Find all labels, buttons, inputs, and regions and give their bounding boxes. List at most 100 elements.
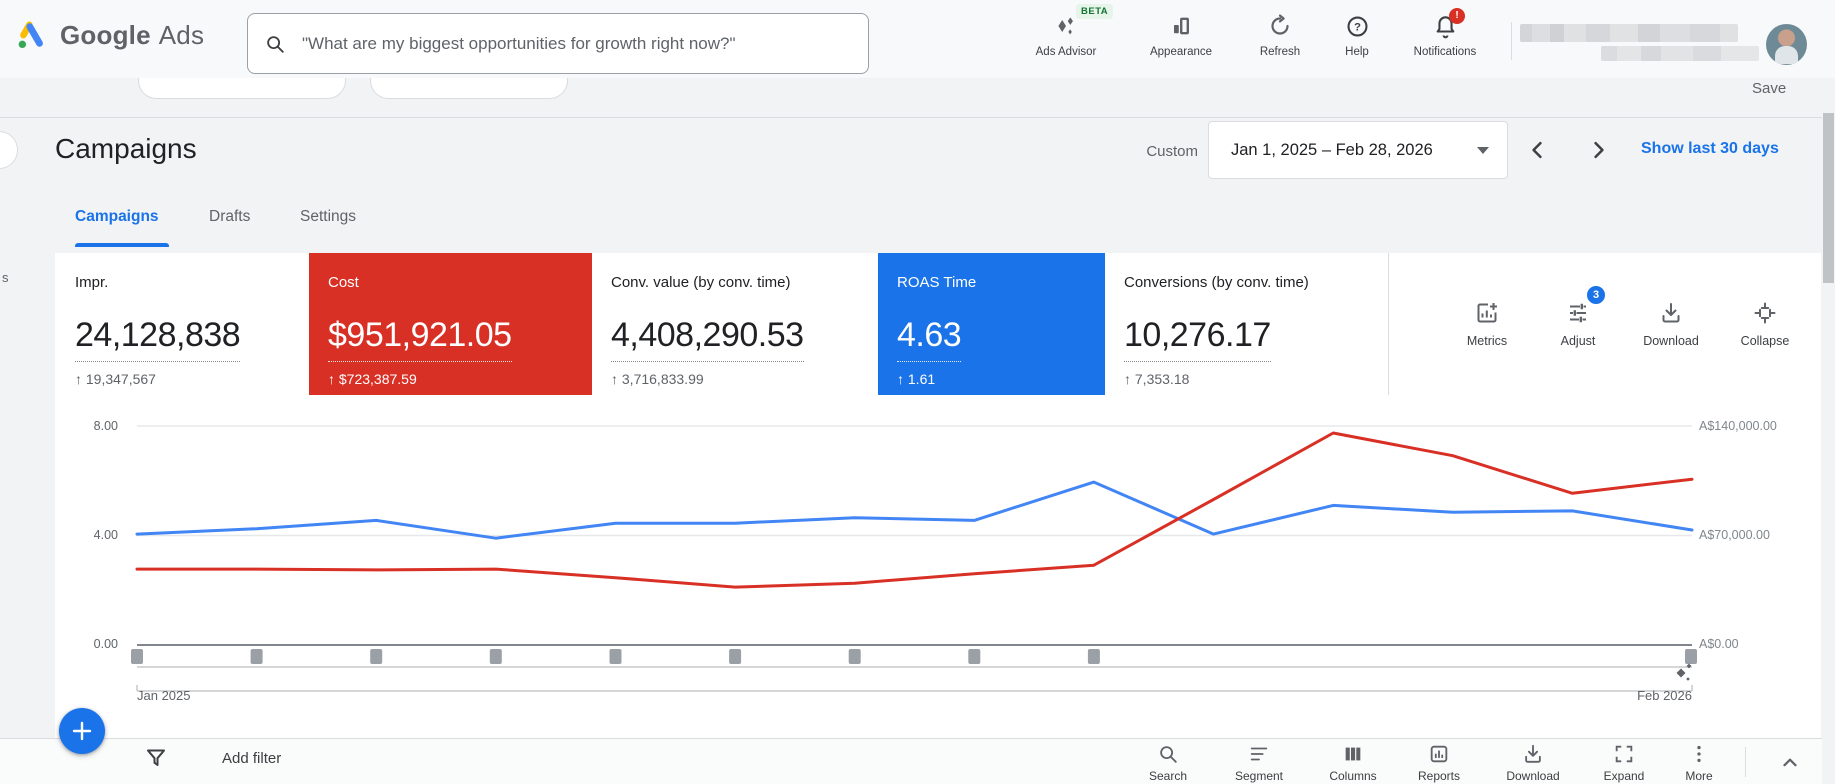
- date-range-selector[interactable]: Jan 1, 2025 – Feb 28, 2026: [1208, 121, 1508, 179]
- help-label: Help: [1309, 46, 1405, 58]
- toolbar-divider: [0, 738, 1835, 739]
- scorecard-label: Conv. value (by conv. time): [611, 274, 878, 291]
- date-prev-button[interactable]: [1521, 134, 1553, 166]
- ads-advisor-label: Ads Advisor: [1018, 46, 1114, 58]
- download-chart-button[interactable]: Download: [1627, 300, 1715, 348]
- expand-button[interactable]: Expand: [1584, 742, 1664, 783]
- x-axis-label-start: Jan 2025: [137, 688, 191, 703]
- add-filter-button[interactable]: Add filter: [222, 750, 281, 767]
- chevron-left-icon: [1529, 140, 1545, 160]
- add-campaign-fab[interactable]: [59, 708, 105, 754]
- tab-drafts[interactable]: Drafts: [209, 208, 250, 226]
- download-chart-label: Download: [1627, 334, 1715, 348]
- date-next-button[interactable]: [1583, 134, 1615, 166]
- table-search-button[interactable]: Search: [1128, 742, 1208, 783]
- scorecard-impressions[interactable]: Impr. 24,128,838 ↑ 19,347,567: [56, 253, 309, 395]
- notifications-button[interactable]: ! Notifications: [1397, 12, 1493, 58]
- expand-label: Expand: [1584, 769, 1664, 783]
- tab-settings[interactable]: Settings: [300, 208, 356, 226]
- series-line-cost[interactable]: [137, 433, 1692, 587]
- reports-button[interactable]: Reports: [1399, 742, 1479, 783]
- help-icon: ?: [1345, 14, 1370, 39]
- adjust-button[interactable]: 3 Adjust: [1534, 300, 1622, 348]
- help-button[interactable]: ? Help: [1309, 12, 1405, 58]
- slider-sparkle-handle-icon[interactable]: [1686, 677, 1690, 681]
- appearance-button[interactable]: Appearance: [1133, 12, 1229, 58]
- svg-text:?: ?: [1354, 21, 1361, 33]
- tune-icon: [1566, 301, 1590, 325]
- page-title: Campaigns: [55, 133, 197, 165]
- slider-handle-square[interactable]: [131, 649, 143, 664]
- account-name-redacted: [1520, 24, 1738, 42]
- delta-value: 3,716,833.99: [622, 371, 704, 387]
- avatar[interactable]: [1766, 24, 1807, 65]
- show-last-30-days-link[interactable]: Show last 30 days: [1641, 140, 1779, 158]
- metrics-button[interactable]: Metrics: [1443, 300, 1531, 348]
- collapse-button[interactable]: Collapse: [1721, 300, 1809, 348]
- slider-handle-square[interactable]: [490, 649, 502, 664]
- scorecard-conversions[interactable]: Conversions (by conv. time) 10,276.17 ↑ …: [1105, 253, 1388, 395]
- adjust-label: Adjust: [1534, 334, 1622, 348]
- sidenav-toggle-fragment[interactable]: [0, 131, 18, 169]
- more-vertical-icon: [1688, 743, 1710, 765]
- scorecard-label: ROAS Time: [897, 274, 1105, 291]
- delta-up-arrow-icon: ↑: [897, 371, 904, 387]
- slider-handle-square[interactable]: [968, 649, 980, 664]
- slider-handle-square[interactable]: [849, 649, 861, 664]
- scorecard-label: Conversions (by conv. time): [1124, 274, 1388, 291]
- google-ads-logo[interactable]: GoogleAds: [14, 18, 204, 52]
- scrollbar-thumb[interactable]: [1823, 113, 1834, 283]
- filter-funnel-icon[interactable]: [144, 746, 168, 775]
- more-button[interactable]: More: [1659, 742, 1739, 783]
- slider-handle-square[interactable]: [251, 649, 263, 664]
- scorecard-label: Cost: [328, 274, 592, 291]
- date-range-value: Jan 1, 2025 – Feb 28, 2026: [1231, 141, 1433, 160]
- right-axis-tick: A$70,000.00: [1699, 528, 1829, 542]
- sparkle-icon: [1053, 13, 1079, 39]
- series-line-roas[interactable]: [137, 482, 1692, 538]
- collapse-toolbar-button[interactable]: [1774, 746, 1806, 778]
- segment-label: Segment: [1219, 769, 1299, 783]
- search-icon: [264, 33, 286, 55]
- google-ads-campaigns-screen: GoogleAds BETA Ads Advisor Appearance: [0, 0, 1835, 784]
- slider-handle-square[interactable]: [729, 649, 741, 664]
- slider-handle-square[interactable]: [370, 649, 382, 664]
- brand-text: GoogleAds: [60, 20, 204, 51]
- scorecard-value: 4.63: [897, 318, 961, 362]
- search-input[interactable]: [300, 33, 856, 55]
- delta-up-arrow-icon: ↑: [328, 371, 335, 387]
- appearance-icon: [1169, 14, 1193, 38]
- toolbar-right-divider: [1745, 747, 1746, 777]
- save-button[interactable]: Save: [1752, 80, 1786, 97]
- right-axis-tick: A$0.00: [1699, 637, 1829, 651]
- segment-button[interactable]: Segment: [1219, 742, 1299, 783]
- slider-handle-square[interactable]: [610, 649, 622, 664]
- scorecard-value: 10,276.17: [1124, 318, 1271, 362]
- reports-label: Reports: [1399, 769, 1479, 783]
- scorecard-roas-time[interactable]: ROAS Time 4.63 ↑ 1.61: [878, 253, 1105, 395]
- delta-up-arrow-icon: ↑: [75, 371, 82, 387]
- columns-icon: [1342, 743, 1364, 765]
- beta-badge: BETA: [1076, 4, 1113, 19]
- ads-advisor-button[interactable]: BETA Ads Advisor: [1018, 12, 1114, 58]
- left-axis-tick: 8.00: [70, 419, 118, 433]
- download-icon: [1522, 743, 1544, 765]
- left-axis-tick: 0.00: [70, 637, 118, 651]
- scorecard-cost[interactable]: Cost $951,921.05 ↑ $723,387.59: [309, 253, 592, 395]
- slider-sparkle-handle-icon[interactable]: [1677, 669, 1686, 678]
- expand-icon: [1613, 743, 1635, 765]
- scorecard-value: 24,128,838: [75, 318, 240, 362]
- scorecard-conv-value[interactable]: Conv. value (by conv. time) 4,408,290.53…: [592, 253, 878, 395]
- slider-handle-square[interactable]: [1088, 649, 1100, 664]
- global-search-box[interactable]: [247, 13, 869, 74]
- tab-campaigns[interactable]: Campaigns: [75, 208, 159, 226]
- performance-line-chart[interactable]: [0, 395, 1835, 740]
- scorecard-delta: ↑ $723,387.59: [328, 371, 592, 387]
- delta-up-arrow-icon: ↑: [1124, 371, 1131, 387]
- add-chart-icon: [1475, 301, 1499, 325]
- download-table-button[interactable]: Download: [1493, 742, 1573, 783]
- slider-handle-square-end[interactable]: [1685, 649, 1697, 664]
- adjust-count-badge: 3: [1587, 286, 1605, 304]
- columns-button[interactable]: Columns: [1313, 742, 1393, 783]
- chevron-down-icon: [1477, 147, 1489, 154]
